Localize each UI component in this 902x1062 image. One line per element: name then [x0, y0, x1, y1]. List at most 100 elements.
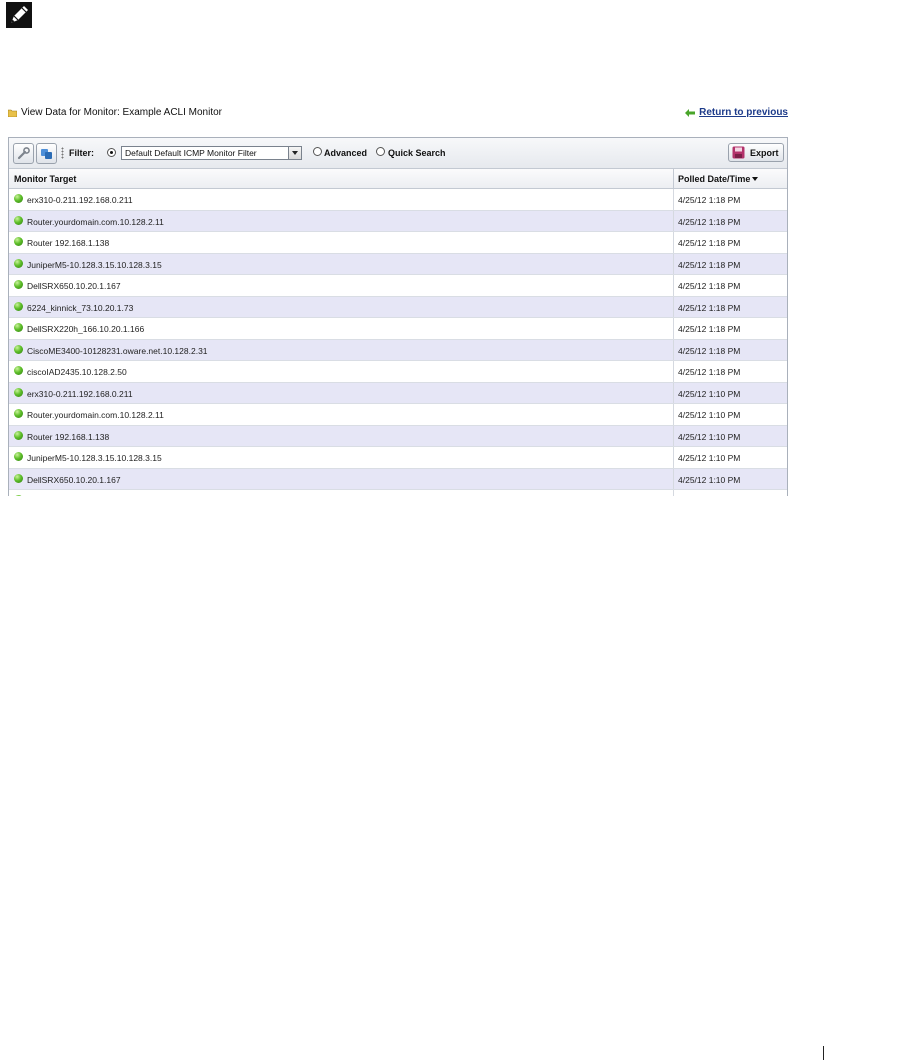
polled-date-time-cell: 4/25/12 1:18 PM — [678, 324, 741, 334]
monitor-target-cell: erx310-0.211.192.168.0.211 — [27, 195, 133, 205]
green-status-dot-icon — [14, 452, 23, 461]
column-divider[interactable] — [673, 169, 674, 188]
polled-date-time-cell: 4/25/12 1:18 PM — [678, 302, 741, 313]
green-status-dot-icon — [14, 473, 23, 483]
polled-date-time-cell: 4/25/12 1:10 PM — [678, 431, 741, 442]
polled-date-time-cell: 4/25/12 1:18 PM — [678, 345, 741, 356]
green-status-dot-icon — [14, 430, 23, 440]
green-status-dot-icon — [14, 258, 23, 268]
monitor-data-panel: Filter: Default Default ICMP Monitor Fil… — [8, 137, 788, 496]
monitor-target-cell: ciscoIAD2435.10.128.2.50 — [27, 367, 127, 377]
table-row[interactable]: ciscoIAD2435.10.128.2.50 4/25/12 1:18 PM — [9, 361, 787, 383]
monitor-target-cell: 6224_kinnick_73.10.20.1.73 — [27, 302, 134, 313]
cell-divider — [673, 425, 674, 446]
column-header-polled-date-time[interactable]: Polled Date/Time — [678, 174, 759, 184]
cell-divider — [673, 275, 674, 296]
quick-search-radio[interactable] — [376, 147, 385, 156]
polled-date-time-cell: 4/25/12 1:18 PM — [678, 195, 741, 205]
polled-date-time-cell: 4/25/12 1:10 PM — [678, 474, 741, 485]
export-button[interactable]: Export — [728, 143, 784, 162]
table-row[interactable]: JuniperM5-10.128.3.15.10.128.3.15 4/25/12… — [9, 447, 787, 469]
wrench-button[interactable] — [13, 143, 34, 164]
green-status-dot-icon — [14, 366, 23, 375]
cell-divider — [673, 253, 674, 274]
polled-date-time-cell: 4/25/12 1:18 PM — [678, 281, 741, 291]
monitor-target-cell: erx310-0.211.192.168.0.211 — [27, 388, 133, 399]
green-status-dot-icon — [14, 194, 23, 203]
cell-divider — [673, 339, 674, 360]
cell-divider — [673, 210, 674, 231]
cell-divider — [673, 468, 674, 489]
table-row[interactable]: 6224_kinnick_73.10.20.1.734/25/12 1:10 P… — [9, 490, 787, 496]
filter-label: Filter: — [69, 148, 95, 158]
chevron-down-icon[interactable] — [288, 147, 301, 159]
table-row[interactable]: DellSRX650.10.20.1.167 4/25/12 1:10 PM — [9, 468, 787, 490]
table-row[interactable]: DellSRX650.10.20.1.167 4/25/12 1:18 PM — [9, 275, 787, 297]
polled-date-time-cell: 4/25/12 1:18 PM — [678, 238, 741, 248]
page-title: View Data for Monitor: Example ACLI Moni… — [8, 107, 222, 118]
cell-divider — [673, 189, 674, 210]
column-header-polled-date-time-label[interactable]: Polled Date/Time — [678, 174, 750, 184]
table-header: Monitor Target Polled Date/Time — [9, 169, 787, 189]
table-row[interactable]: erx310-0.211.192.168.0.211 4/25/12 1:10 P… — [9, 382, 787, 404]
export-label[interactable]: Export — [750, 148, 779, 158]
table-row[interactable]: DellSRX220h_166.10.20.1.166 4/25/12 1:18 … — [9, 318, 787, 340]
polled-date-time-cell: 4/25/12 1:10 PM — [678, 388, 741, 399]
toolbar: Filter: Default Default ICMP Monitor Fil… — [9, 138, 787, 169]
monitor-target-cell: Router.yourdomain.com.10.128.2.11 — [27, 216, 164, 227]
table-row[interactable]: 6224_kinnick_73.10.20.1.73 4/25/12 1:18 P… — [9, 296, 787, 318]
green-status-dot-icon — [14, 323, 23, 332]
green-status-dot-icon — [14, 301, 23, 311]
floppy-disk-icon — [732, 146, 745, 159]
green-status-dot-icon — [14, 387, 23, 397]
polled-date-time-cell: 4/25/12 1:18 PM — [678, 259, 741, 270]
polled-date-time-cell: 4/25/12 1:18 PM — [678, 367, 741, 377]
table-row[interactable]: JuniperM5-10.128.3.15.10.128.3.15 4/25/12… — [9, 253, 787, 275]
green-status-dot-icon — [14, 495, 23, 496]
refresh-button[interactable] — [36, 143, 57, 164]
toolbar-grip — [61, 147, 64, 159]
monitor-target-cell: DellSRX220h_166.10.20.1.166 — [27, 324, 145, 334]
green-status-dot-icon — [14, 280, 23, 289]
monitor-target-cell: DellSRX650.10.20.1.167 — [27, 281, 121, 291]
return-to-previous-label[interactable]: Return to previous — [699, 107, 788, 118]
wrench-icon — [17, 147, 30, 160]
green-status-dot-icon — [14, 237, 23, 246]
return-to-previous-link[interactable]: Return to previous — [685, 107, 788, 118]
monitor-target-cell: CiscoME3400-10128231.oware.net.10.128.2.… — [27, 345, 208, 356]
table-row[interactable]: Router 192.168.1.138 4/25/12 1:10 PM — [9, 425, 787, 447]
page-margin-mark — [823, 1046, 824, 1060]
advanced-label[interactable]: Advanced — [324, 148, 367, 158]
green-status-dot-icon — [14, 409, 23, 418]
advanced-radio[interactable] — [313, 147, 322, 156]
note-pencil-icon — [6, 2, 32, 28]
polled-date-time-cell: 4/25/12 1:10 PM — [678, 453, 741, 463]
filter-select-value: Default Default ICMP Monitor Filter — [125, 148, 257, 158]
cell-divider — [673, 382, 674, 403]
cell-divider — [673, 296, 674, 317]
filter-radio[interactable] — [107, 148, 116, 157]
polled-date-time-cell: 4/25/12 1:18 PM — [678, 216, 741, 227]
table-row[interactable]: Router.yourdomain.com.10.128.2.11 4/25/12… — [9, 404, 787, 426]
cell-divider — [673, 447, 674, 468]
page-header: View Data for Monitor: Example ACLI Moni… — [8, 106, 788, 120]
refresh-icon — [41, 149, 52, 159]
cell-divider — [673, 318, 674, 339]
monitor-target-cell: JuniperM5-10.128.3.15.10.128.3.15 — [27, 453, 162, 463]
column-header-monitor-target[interactable]: Monitor Target — [14, 174, 76, 184]
monitor-target-cell: Router 192.168.1.138 — [27, 431, 110, 442]
table-row[interactable]: Router.yourdomain.com.10.128.2.11 4/25/12… — [9, 210, 787, 232]
table-row[interactable]: erx310-0.211.192.168.0.211 4/25/12 1:18 P… — [9, 189, 787, 211]
green-status-dot-icon — [14, 344, 23, 354]
quick-search-label[interactable]: Quick Search — [388, 148, 446, 158]
filter-select[interactable]: Default Default ICMP Monitor Filter — [121, 146, 302, 160]
cell-divider — [673, 232, 674, 253]
table-row[interactable]: CiscoME3400-10128231.oware.net.10.128.2.… — [9, 339, 787, 361]
cell-divider — [673, 361, 674, 382]
cell-divider — [673, 490, 674, 496]
folder-icon — [8, 109, 17, 117]
monitor-target-cell: JuniperM5-10.128.3.15.10.128.3.15 — [27, 259, 162, 270]
table-row[interactable]: Router 192.168.1.138 4/25/12 1:18 PM — [9, 232, 787, 254]
green-arrow-left-icon — [685, 108, 696, 117]
monitor-target-cell: Router 192.168.1.138 — [27, 238, 110, 248]
